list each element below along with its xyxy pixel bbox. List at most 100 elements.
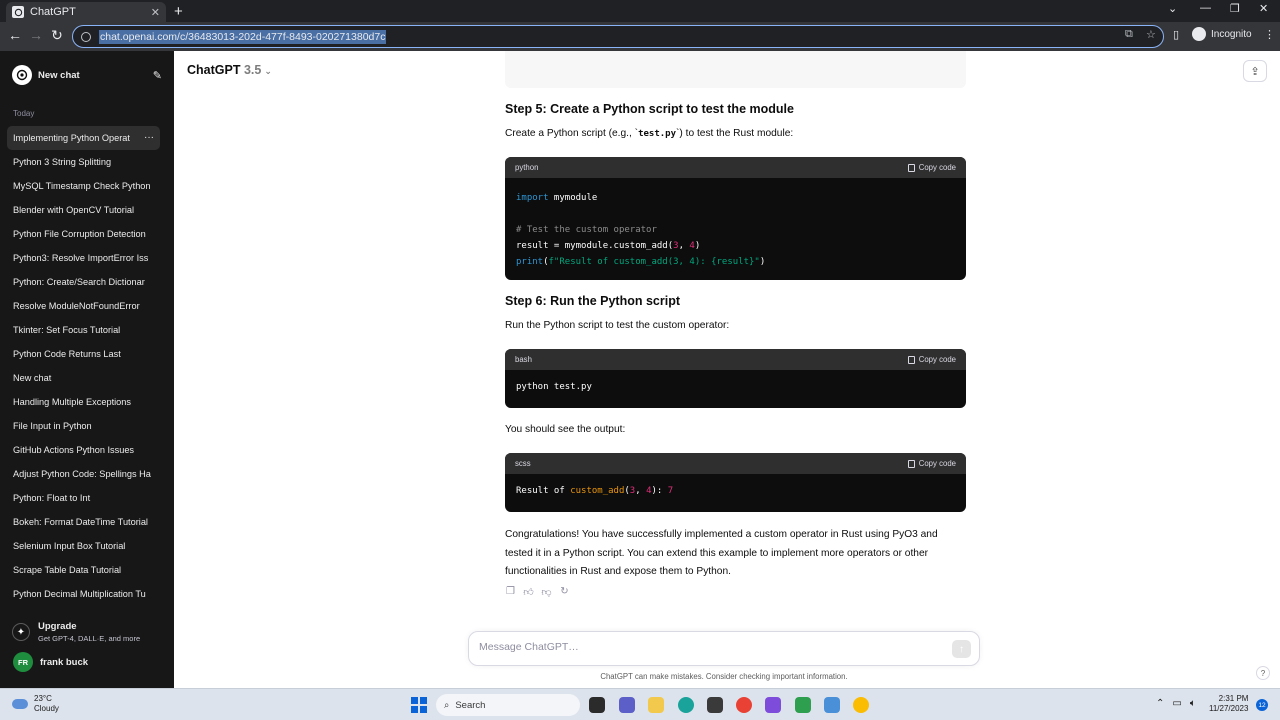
sidebar-chat-item[interactable]: File Input in Python <box>7 414 160 438</box>
windows-start-icon[interactable] <box>411 697 427 713</box>
store-icon[interactable] <box>707 697 723 713</box>
thumbs-down-icon[interactable]: 👎︎ <box>541 586 552 598</box>
chrome-icon[interactable] <box>736 697 752 713</box>
chat-app-icon[interactable] <box>619 697 635 713</box>
code-body: import mymodule # Test the custom operat… <box>516 193 766 267</box>
file-explorer-icon[interactable] <box>648 697 664 713</box>
network-icon[interactable]: ▭ <box>1172 698 1181 709</box>
code-language: scss <box>515 459 531 468</box>
sidebar-chat-item[interactable]: Implementing Python Operat ··· <box>7 126 160 150</box>
edit-new-chat-icon[interactable]: ✎ <box>153 69 162 82</box>
openai-logo-icon <box>12 65 32 85</box>
incognito-label: Incognito <box>1211 28 1252 40</box>
sidebar-chat-label: Resolve ModuleNotFoundError <box>13 301 140 311</box>
sidebar-chat-item[interactable]: New chat <box>7 366 160 390</box>
editor-app-icon[interactable] <box>795 697 811 713</box>
model-selector[interactable]: ChatGPT 3.5 ⌄ <box>187 63 272 77</box>
previous-code-block <box>505 51 966 88</box>
close-tab-icon[interactable]: ✕ <box>151 6 160 19</box>
sidebar-chat-item[interactable]: GitHub Actions Python Issues <box>7 438 160 462</box>
taskbar-clock[interactable]: 2:31 PM 11/27/2023 <box>1209 694 1248 714</box>
inline-code-test-py: test.py <box>638 129 676 139</box>
sidebar-chat-label: Blender with OpenCV Tutorial <box>13 205 135 215</box>
send-button[interactable]: ↑ <box>952 640 971 658</box>
chrome-incognito-icon[interactable] <box>853 697 869 713</box>
remote-desktop-icon[interactable] <box>824 697 840 713</box>
taskbar-search-label: Search <box>455 699 486 711</box>
address-bar[interactable]: chat.openai.com/c/36483013-202d-477f-849… <box>72 25 1164 48</box>
incognito-indicator[interactable]: Incognito <box>1192 27 1252 41</box>
help-button[interactable]: ? <box>1256 666 1270 680</box>
back-icon[interactable]: ← <box>6 27 24 43</box>
upgrade-subtitle: Get GPT-4, DALL·E, and more <box>38 634 141 643</box>
section-label-today: Today <box>13 109 35 118</box>
chevron-up-icon[interactable]: ⌃ <box>1156 698 1164 709</box>
window-close-icon[interactable]: ✕ <box>1259 2 1268 15</box>
disclaimer-text: ChatGPT can make mistakes. Consider chec… <box>600 672 848 681</box>
sidebar-chat-item[interactable]: Adjust Python Code: Spellings Ha <box>7 462 160 486</box>
sidebar-chat-label: Python Code Returns Last <box>13 349 121 359</box>
sidebar-chat-item[interactable]: Handling Multiple Exceptions <box>7 390 160 414</box>
side-panel-icon[interactable]: ▯ <box>1173 28 1179 41</box>
copy-icon[interactable]: ❐ <box>505 586 516 598</box>
message-input[interactable] <box>479 641 939 653</box>
copy-code-button[interactable]: Copy code <box>907 355 956 364</box>
volume-icon[interactable]: 🔈︎ <box>1190 698 1196 709</box>
browser-menu-icon[interactable]: ⋮ <box>1264 28 1275 41</box>
upgrade-button[interactable]: ✦ Upgrade Get GPT-4, DALL·E, and more <box>12 621 140 643</box>
sidebar-chat-item[interactable]: MySQL Timestamp Check Python <box>7 174 160 198</box>
arrow-up-icon: ↑ <box>959 643 964 655</box>
sidebar-chat-item[interactable]: Python File Corruption Detection <box>7 222 160 246</box>
sparkle-icon: ✦ <box>12 623 30 641</box>
bookmark-star-icon[interactable]: ☆ <box>1146 28 1156 41</box>
sidebar-chat-item[interactable]: Bokeh: Format DateTime Tutorial <box>7 510 160 534</box>
regenerate-icon[interactable]: ↻ <box>559 586 570 598</box>
thumbs-up-icon[interactable]: 👍︎ <box>523 586 534 598</box>
edge-browser-icon[interactable] <box>678 697 694 713</box>
sidebar-chat-item[interactable]: Python3: Resolve ImportError Iss <box>7 246 160 270</box>
sidebar-chat-item[interactable]: Scrape Table Data Tutorial <box>7 558 160 582</box>
sidebar-chat-label: Tkinter: Set Focus Tutorial <box>13 325 121 335</box>
tab-search-icon[interactable]: ⌄ <box>1168 2 1177 15</box>
chat-options-icon[interactable]: ··· <box>144 132 154 143</box>
copy-code-button[interactable]: Copy code <box>907 459 956 468</box>
weather-widget[interactable]: 23°C Cloudy <box>12 694 59 714</box>
restore-icon[interactable]: ❐ <box>1230 2 1240 15</box>
sidebar-chat-item[interactable]: Python: Create/Search Dictionar <box>7 270 160 294</box>
install-app-icon[interactable]: ⧉ <box>1125 28 1133 41</box>
sidebar-chat-item[interactable]: Tkinter: Set Focus Tutorial <box>7 318 160 342</box>
avatar: FR <box>13 652 33 672</box>
final-line-2: tested it in a Python script. You can ex… <box>505 547 929 559</box>
step6-heading: Step 6: Run the Python script <box>505 294 681 308</box>
sidebar-chat-label: Selenium Input Box Tutorial <box>13 541 126 551</box>
browser-tab[interactable]: ChatGPT ✕ <box>6 2 166 22</box>
sidebar-chat-item[interactable]: Python Code Returns Last <box>7 342 160 366</box>
tab-title: ChatGPT <box>30 6 76 18</box>
share-icon: ⇪ <box>1250 65 1260 78</box>
site-info-icon[interactable] <box>81 31 91 42</box>
task-view-icon[interactable] <box>589 697 605 713</box>
sidebar-chat-item[interactable]: Python: Float to Int <box>7 486 160 510</box>
copy-code-button[interactable]: Copy code <box>907 163 956 172</box>
new-tab-button[interactable]: + <box>174 3 183 20</box>
reload-icon[interactable]: ↻ <box>48 27 66 44</box>
step6-text: Run the Python script to test the custom… <box>505 320 730 331</box>
sidebar-chat-item[interactable]: Python 3 String Splitting <box>7 150 160 174</box>
code-body: Result of custom_add(3, 4): 7 <box>516 486 674 496</box>
new-chat-button[interactable]: New chat ✎ <box>12 65 162 85</box>
sidebar-chat-item[interactable]: Python Decimal Multiplication Tu <box>7 582 160 606</box>
forward-icon[interactable]: → <box>27 27 45 43</box>
clipboard-icon <box>907 163 915 172</box>
taskbar-search[interactable]: ⌕ Search <box>436 694 580 716</box>
minimize-icon[interactable]: — <box>1200 2 1211 14</box>
sidebar-chat-item[interactable]: Resolve ModuleNotFoundError <box>7 294 160 318</box>
share-button[interactable]: ⇪ <box>1243 60 1267 82</box>
sidebar-chat-item[interactable]: Selenium Input Box Tutorial <box>7 534 160 558</box>
notification-badge[interactable]: 12 <box>1256 699 1268 711</box>
url-text[interactable]: chat.openai.com/c/36483013-202d-477f-849… <box>99 29 387 44</box>
final-line-3: functionalities in Rust and expose them … <box>505 566 731 578</box>
sidebar-chat-label: New chat <box>13 373 52 383</box>
vpn-app-icon[interactable] <box>765 697 781 713</box>
user-menu[interactable]: FR frank buck <box>13 652 88 672</box>
sidebar-chat-item[interactable]: Blender with OpenCV Tutorial <box>7 198 160 222</box>
